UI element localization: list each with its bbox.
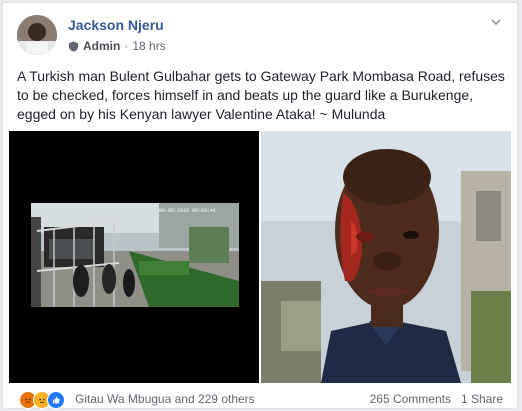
cctv-timestamp: 06-05-2019 08:03:41 <box>159 208 216 214</box>
meta-separator: · <box>124 39 129 53</box>
admin-role: Admin <box>83 39 121 53</box>
shares-count[interactable]: 1 Share <box>461 392 503 406</box>
avatar[interactable] <box>17 15 57 55</box>
post-footer: Gitau Wa Mbugua and 229 others 265 Comme… <box>3 385 517 410</box>
post-card: Jackson Njeru Admin · 18 hrs A Turkish m… <box>2 2 518 409</box>
post-text: A Turkish man Bulent Gulbahar gets to Ga… <box>17 68 505 122</box>
reaction-icons[interactable] <box>19 391 65 409</box>
like-react-icon <box>47 391 65 409</box>
chevron-down-icon[interactable] <box>489 15 503 29</box>
post-time[interactable]: 18 hrs <box>132 39 165 53</box>
engagement-counts: 265 Comments 1 Share <box>370 392 503 406</box>
admin-badge-icon <box>68 40 79 52</box>
author-name[interactable]: Jackson Njeru <box>68 17 164 33</box>
comments-count[interactable]: 265 Comments <box>370 392 451 406</box>
post-meta: Admin · 18 hrs <box>68 39 166 53</box>
reactors-link[interactable]: Gitau Wa Mbugua and 229 others <box>75 392 255 406</box>
cctv-photo[interactable]: 06-05-2019 08:03:41 <box>9 131 259 383</box>
guard-photo[interactable] <box>261 131 511 383</box>
